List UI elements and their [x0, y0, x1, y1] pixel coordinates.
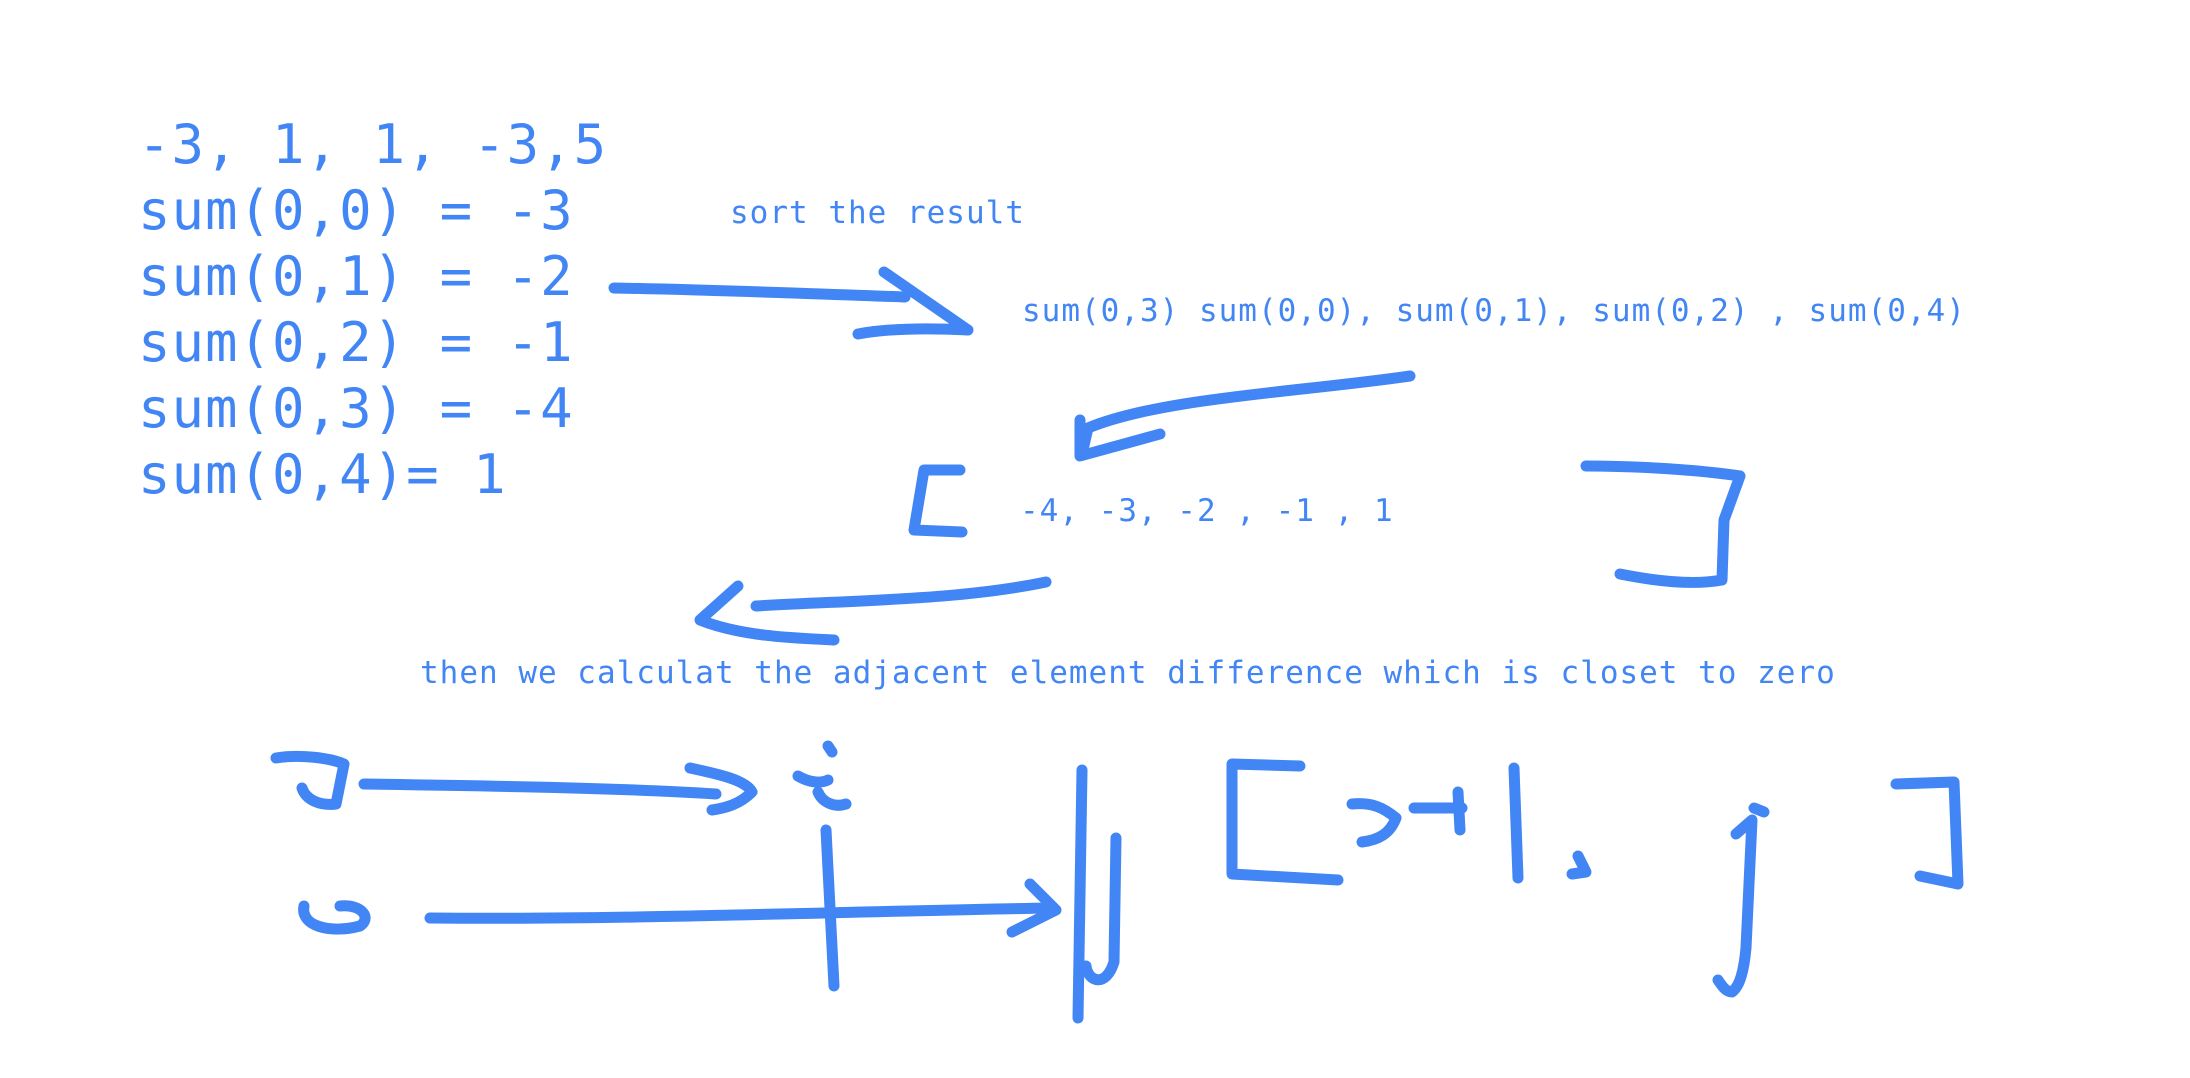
close-bracket-right [1580, 460, 1746, 588]
glyph-comma [1566, 850, 1592, 880]
vertical-line-i [820, 824, 840, 992]
arrow-to-sorted-order [608, 282, 911, 303]
glyph-j-letter [1080, 832, 1122, 986]
whiteboard-canvas[interactable]: -3, 1, 1, -3,5 sum(0,0) = -3 sum(0,1) = … [0, 0, 2190, 1078]
arrow-seven-to-i [358, 778, 722, 800]
handwritten-ink-layer [270, 266, 1964, 1024]
open-bracket-i-plus-one [1226, 758, 1344, 886]
glyph-one [1508, 762, 1524, 884]
glyph-plus [1408, 786, 1468, 836]
arrow-to-explanation-head [694, 580, 840, 646]
arrow-zero-to-j [424, 902, 1056, 924]
glyph-zero [298, 900, 371, 935]
glyph-j-second [1712, 802, 1770, 998]
arrow-to-sorted-order-head [852, 266, 974, 340]
glyph-seven [270, 750, 350, 810]
vertical-line-j [1072, 764, 1088, 1024]
glyph-i-plus-one-i [1346, 798, 1402, 848]
arrow-to-explanation [750, 576, 1052, 612]
close-bracket-final [1890, 776, 1964, 890]
glyph-i-letter [792, 740, 852, 811]
open-bracket-left [908, 464, 968, 538]
